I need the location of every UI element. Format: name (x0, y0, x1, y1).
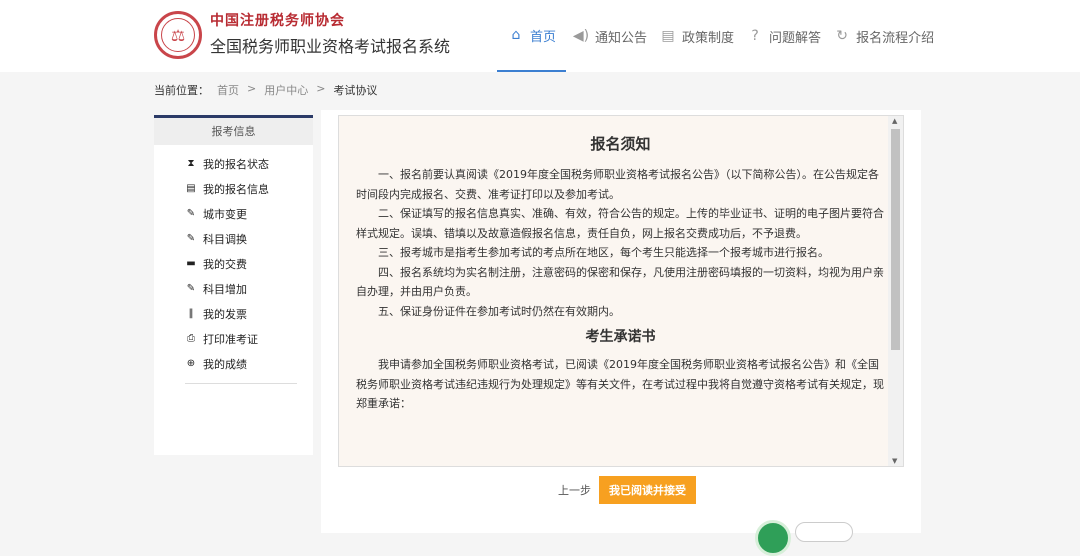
notice-title: 报名须知 (590, 135, 651, 153)
notice-paragraph: 四、报名系统均为实名制注册，注意密码的保密和保存，凡使用注册密码填报的一切资料，… (356, 265, 884, 299)
main-nav: ⌂ 首页 ◀) 通知公告 ▤ 政策制度 ? 问题解答 ↻ 报名流程介绍 (497, 0, 940, 72)
floating-service-icon[interactable] (755, 520, 791, 556)
nav-faq[interactable]: ? 问题解答 (740, 0, 827, 72)
sidebar-item-payment[interactable]: ▬ 我的交费 (154, 251, 313, 276)
hourglass-icon: ⧗ (187, 158, 195, 169)
edit-icon: ✎ (186, 283, 196, 294)
nav-policies[interactable]: ▤ 政策制度 (653, 0, 740, 72)
breadcrumb-separator: > (247, 82, 257, 95)
notice-paragraph: 三、报考城市是指考生参加考试的考点所在地区，每个考生只能选择一个报考城市进行报名… (378, 246, 829, 259)
sidebar-item-scores[interactable]: ⊕ 我的成绩 (154, 351, 313, 376)
vertical-scrollbar[interactable]: ▲ ▼ (888, 116, 903, 466)
breadcrumb-prefix: 当前位置： (154, 84, 209, 97)
scrollbar-thumb[interactable] (891, 129, 900, 350)
edit-icon: ✎ (186, 233, 196, 244)
sidebar-item-print-ticket[interactable]: ⎙ 打印准考证 (154, 326, 313, 351)
notice-paragraph: 五、保证身份证件在参加考试时仍然在有效期内。 (378, 304, 620, 318)
pledge-text: 我申请参加全国税务师职业资格考试，已阅读《2019年度全国税务师职业资格考试报名… (356, 358, 884, 410)
sidebar-item-status[interactable]: ⧗ 我的报名状态 (154, 151, 313, 176)
breadcrumb-home[interactable]: 首页 (217, 82, 239, 98)
document-icon: ▤ (661, 28, 675, 44)
sidebar-title: 报考信息 (154, 118, 313, 145)
sidebar-item-invoice[interactable]: ‖ 我的发票 (154, 301, 313, 326)
pledge-title: 考生承诺书 (585, 329, 656, 345)
nav-process[interactable]: ↻ 报名流程介绍 (827, 0, 940, 72)
question-icon: ? (751, 28, 759, 44)
breadcrumb-user-center[interactable]: 用户中心 (264, 82, 308, 98)
flow-icon: ↻ (836, 28, 848, 44)
site-header: ⚖ 中国注册税务师协会 全国税务师职业资格考试报名系统 ⌂ 首页 ◀) 通知公告 ▤… (0, 0, 1080, 72)
breadcrumb-current: 考试协议 (333, 84, 378, 97)
scroll-down-icon[interactable]: ▼ (892, 457, 897, 465)
sidebar-item-city-change[interactable]: ✎ 城市变更 (154, 201, 313, 226)
system-title: 全国税务师职业资格考试报名系统 (210, 37, 451, 56)
breadcrumb-separator: > (316, 82, 326, 95)
list-icon: ▤ (186, 183, 196, 194)
notice-paragraph: 一、报名前要认真阅读《2019年度全国税务师职业资格考试报名公告》（以下简称公告… (356, 168, 879, 201)
action-buttons: 上一步 我已阅读并接受 (558, 476, 696, 504)
speaker-icon: ◀) (572, 28, 590, 44)
home-icon: ⌂ (511, 27, 521, 43)
sidebar-item-info[interactable]: ▤ 我的报名信息 (154, 176, 313, 201)
card-icon: ▬ (186, 258, 196, 269)
nav-notices[interactable]: ◀) 通知公告 (566, 0, 653, 72)
printer-icon: ⎙ (187, 333, 195, 344)
scroll-up-icon[interactable]: ▲ (892, 117, 897, 125)
edit-icon: ✎ (186, 208, 196, 219)
accept-button[interactable]: 我已阅读并接受 (599, 476, 696, 504)
sidebar-menu: ⧗ 我的报名状态 ▤ 我的报名信息 ✎ 城市变更 ✎ 科目调换 ▬ 我的交费 ✎ 科目增加 … (154, 145, 313, 376)
sidebar: 报考信息 ⧗ 我的报名状态 ▤ 我的报名信息 ✎ 城市变更 ✎ 科目调换 ▬ 我的交费 ✎… (154, 115, 313, 455)
sidebar-divider (185, 383, 297, 384)
org-name: 中国注册税务师协会 (210, 13, 345, 29)
sidebar-item-subject-swap[interactable]: ✎ 科目调换 (154, 226, 313, 251)
breadcrumb: 当前位置： 首页 > 用户中心 > 考试协议 (154, 82, 377, 98)
sidebar-item-subject-add[interactable]: ✎ 科目增加 (154, 276, 313, 301)
barcode-icon: ‖ (188, 308, 194, 319)
seal-logo: ⚖ (154, 11, 202, 59)
nav-home[interactable]: ⌂ 首页 (497, 0, 567, 72)
floating-service-pill[interactable] (795, 522, 853, 542)
notice-paragraph: 二、保证填写的报名信息真实、准确、有效，符合公告的规定。上传的毕业证书、证明的电… (356, 207, 884, 240)
magnifier-icon: ⊕ (186, 358, 196, 369)
previous-step-link[interactable]: 上一步 (558, 482, 591, 498)
agreement-scroll-box[interactable]: 报名须知 一、报名前要认真阅读《2019年度全国税务师职业资格考试报名公告》（以… (338, 115, 904, 467)
